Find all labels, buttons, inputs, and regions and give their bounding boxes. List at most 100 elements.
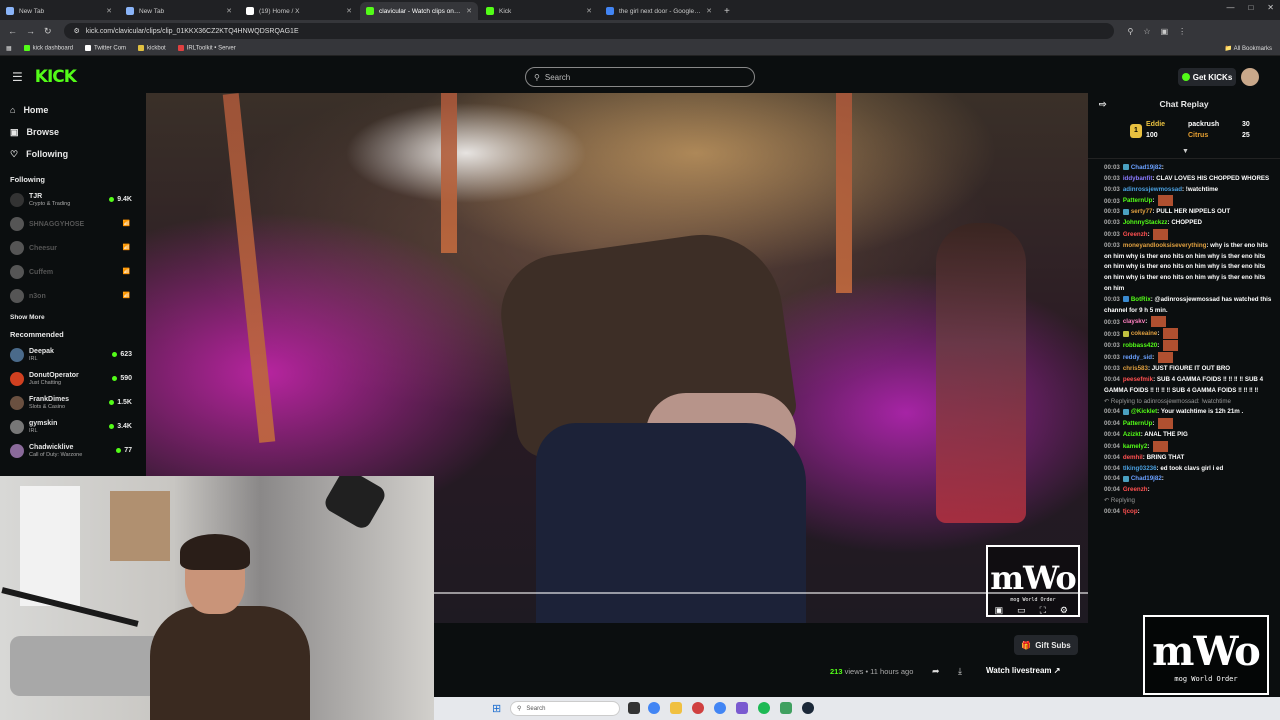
chat-username[interactable]: JohnnyStackzz — [1123, 219, 1168, 226]
pip-icon[interactable]: ▣ — [995, 605, 1004, 616]
all-bookmarks[interactable]: 📁 All Bookmarks — [1225, 45, 1272, 52]
chrome-icon[interactable] — [714, 702, 726, 714]
chat-username[interactable]: iddybanfit — [1123, 175, 1153, 182]
user-avatar[interactable] — [1241, 68, 1259, 86]
chrome-icon[interactable] — [648, 702, 660, 714]
viewer-count: 3.4K — [109, 423, 132, 430]
theater-icon[interactable]: ▭ — [1017, 605, 1026, 616]
browser-tab[interactable]: New Tab ✕ — [0, 2, 118, 20]
bookmark-irltoolkit[interactable]: IRLToolkit • Server — [177, 45, 236, 52]
sidebar-channel[interactable]: n3on 📶 — [0, 284, 146, 308]
kick-logo[interactable]: KICK — [35, 67, 77, 87]
chat-username[interactable]: @Kicklet — [1131, 408, 1157, 415]
spotify-icon[interactable] — [758, 702, 770, 714]
bookmark-twitter[interactable]: Twitter Com — [85, 45, 126, 52]
task-view-icon[interactable] — [628, 702, 640, 714]
chat-text: CHOPPED — [1171, 219, 1202, 227]
browser-tab[interactable]: clavicular - Watch clips on Kick ✕ — [360, 2, 478, 20]
sidebar-channel[interactable]: FrankDimes Slots & Casino 1.5K — [0, 391, 146, 415]
chat-username[interactable]: reddy_sid — [1123, 354, 1152, 361]
sidebar-channel[interactable]: DonutOperator Just Chatting 590 — [0, 367, 146, 391]
bookmark-kickbot[interactable]: kickbot — [138, 45, 166, 52]
nav-home[interactable]: ⌂ Home — [0, 99, 146, 121]
chat-username[interactable]: peesefmik — [1123, 376, 1153, 383]
windows-start-icon[interactable]: ⊞ — [492, 702, 501, 715]
expand-leaderboard-icon[interactable]: ▼ — [1182, 148, 1189, 155]
fullscreen-icon[interactable]: ⛶ — [1040, 605, 1046, 616]
reload-icon[interactable]: ↻ — [44, 26, 52, 37]
menu-dots-icon[interactable]: ⋮ — [1178, 27, 1186, 36]
chat-username[interactable]: kamely2 — [1123, 443, 1147, 450]
close-window-icon[interactable]: ✕ — [1267, 3, 1274, 12]
chat-username[interactable]: Greenzh — [1123, 231, 1148, 238]
video-seek-bar[interactable] — [431, 592, 1088, 594]
close-tab-icon[interactable]: ✕ — [226, 7, 232, 15]
app-icon[interactable] — [736, 702, 748, 714]
watch-livestream-link[interactable]: Watch livestream ↗ — [986, 666, 1060, 675]
back-icon[interactable]: ← — [8, 26, 17, 37]
sidebar-channel[interactable]: Cheesur 📶 — [0, 236, 146, 260]
taskbar-search[interactable]: ⚲ Search — [510, 701, 620, 716]
bookmark-kick-dashboard[interactable]: kick dashboard — [23, 45, 73, 52]
browser-tab[interactable]: (19) Home / X ✕ — [240, 2, 358, 20]
chat-username[interactable]: chris583 — [1123, 365, 1148, 372]
get-kicks-button[interactable]: Get KICKs — [1178, 68, 1236, 86]
hamburger-menu-icon[interactable]: ☰ — [12, 70, 23, 84]
chat-username[interactable]: clayskv — [1123, 319, 1145, 326]
close-tab-icon[interactable]: ✕ — [706, 7, 712, 15]
sidebar-channel[interactable]: Deepak IRL 623 — [0, 343, 146, 367]
channel-avatar — [10, 289, 24, 303]
chat-username[interactable]: Chad19j82 — [1131, 164, 1162, 171]
chat-username[interactable]: BotRix — [1131, 296, 1151, 303]
chat-username[interactable]: robbass420 — [1123, 342, 1157, 349]
chat-username[interactable]: Azizkt — [1123, 431, 1141, 438]
app-icon[interactable] — [692, 702, 704, 714]
chat-username[interactable]: moneyandlooksiseverything — [1123, 242, 1207, 249]
minimize-icon[interactable]: — — [1226, 3, 1234, 12]
browser-tab[interactable]: New Tab ✕ — [120, 2, 238, 20]
browse-icon: ▣ — [10, 126, 19, 137]
bookmark-star-icon[interactable]: ☆ — [1143, 27, 1150, 36]
share-icon[interactable]: ➦ — [932, 666, 940, 677]
nav-following[interactable]: ♡ Following — [0, 143, 146, 165]
sidebar-channel[interactable]: Chadwicklive Call of Duty: Warzone 77 — [0, 439, 146, 463]
maximize-icon[interactable]: □ — [1248, 3, 1253, 12]
chat-username[interactable]: adinrossjewmossad — [1123, 186, 1182, 193]
search-input[interactable]: ⚲ Search — [525, 67, 755, 87]
chat-username[interactable]: tlking03236 — [1123, 465, 1157, 472]
file-explorer-icon[interactable] — [670, 702, 682, 714]
url-field[interactable]: ⚙ kick.com/clavicular/clips/clip_01KKX36… — [63, 23, 1114, 39]
nav-browse[interactable]: ▣ Browse — [0, 121, 146, 143]
chat-username[interactable]: Chad19j82 — [1131, 475, 1162, 482]
chat-username[interactable]: demhil — [1123, 454, 1143, 461]
chat-username[interactable]: PatternUp — [1123, 420, 1153, 427]
chat-username[interactable]: cokeaine — [1131, 331, 1157, 338]
close-tab-icon[interactable]: ✕ — [586, 7, 592, 15]
close-tab-icon[interactable]: ✕ — [466, 7, 472, 15]
settings-icon[interactable]: ⚙ — [1060, 605, 1068, 616]
chat-username[interactable]: PatternUp — [1123, 198, 1153, 205]
close-tab-icon[interactable]: ✕ — [106, 7, 112, 15]
browser-tab[interactable]: Kick ✕ — [480, 2, 598, 20]
chat-username[interactable]: Greenzh — [1123, 486, 1148, 493]
close-tab-icon[interactable]: ✕ — [346, 7, 352, 15]
extension-icon[interactable]: ▣ — [1161, 27, 1169, 36]
browser-tab[interactable]: the girl next door - Google Sea ✕ — [600, 2, 718, 20]
site-info-icon[interactable]: ⚙ — [74, 27, 80, 35]
show-more-button[interactable]: Show More — [0, 308, 146, 326]
chat-username[interactable]: tjcop — [1123, 508, 1138, 515]
sidebar-channel[interactable]: Cuffem 📶 — [0, 260, 146, 284]
sidebar-channel[interactable]: SHNAGGYHOSE 📶 — [0, 212, 146, 236]
sidebar-channel[interactable]: TJR Crypto & Trading 9.4K — [0, 188, 146, 212]
sidebar-channel[interactable]: gymskin IRL 3.4K — [0, 415, 146, 439]
steam-icon[interactable] — [802, 702, 814, 714]
forward-icon[interactable]: → — [26, 26, 35, 37]
apps-icon[interactable]: ▦ — [6, 45, 12, 52]
collapse-chat-icon[interactable]: ⇨ — [1099, 99, 1107, 110]
download-icon[interactable]: ⤓ — [958, 666, 962, 677]
zoom-icon[interactable]: ⚲ — [1128, 27, 1134, 36]
chat-username[interactable]: serty77 — [1131, 208, 1153, 215]
gift-subs-button[interactable]: 🎁 Gift Subs — [1014, 635, 1078, 655]
new-tab-icon[interactable]: + — [724, 2, 730, 20]
app-icon[interactable] — [780, 702, 792, 714]
